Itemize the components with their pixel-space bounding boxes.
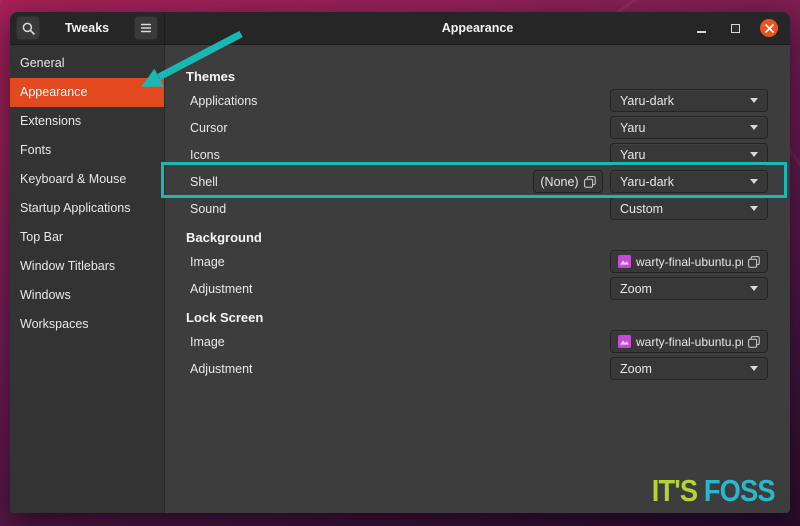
dropdown-value: Yaru [620,148,744,162]
row-label: Adjustment [186,282,253,296]
background-adjustment-row: Adjustment Zoom [186,275,768,302]
shell-theme-row: Shell (None) Yaru-dark [186,168,768,195]
menu-icon [140,23,152,33]
dropdown-value: Zoom [620,362,744,376]
row-label: Image [186,255,225,269]
applications-theme-row: Applications Yaru-dark [186,87,768,114]
file-pick-icon [748,336,760,348]
appearance-panel: Themes Applications Yaru-dark Cursor Yar… [165,45,790,513]
maximize-button[interactable] [726,19,744,37]
row-label: Cursor [186,121,228,135]
dropdown-value: Yaru-dark [620,94,744,108]
sidebar-item-startup-applications[interactable]: Startup Applications [10,194,164,223]
menu-button[interactable] [134,16,158,40]
shell-theme-dropdown[interactable]: Yaru-dark [610,170,768,193]
row-label: Shell [186,175,218,189]
chevron-down-icon [750,152,758,157]
none-button-label: (None) [540,175,578,189]
image-thumbnail-icon [618,335,631,348]
sidebar-item-fonts[interactable]: Fonts [10,136,164,165]
file-pick-icon [748,256,760,268]
icons-theme-dropdown[interactable]: Yaru [610,143,768,166]
window-body: General Appearance Extensions Fonts Keyb… [10,45,790,513]
sidebar-item-appearance[interactable]: Appearance [10,78,164,107]
chevron-down-icon [750,286,758,291]
chevron-down-icon [750,206,758,211]
watermark-foss: FOSS [704,473,775,508]
lock-screen-image-chooser[interactable]: warty-final-ubuntu.png [610,330,768,353]
row-label: Icons [186,148,220,162]
row-label: Adjustment [186,362,253,376]
sidebar-headerbar: Tweaks [10,12,165,44]
sidebar-item-keyboard-mouse[interactable]: Keyboard & Mouse [10,165,164,194]
chevron-down-icon [750,125,758,130]
search-button[interactable] [16,16,40,40]
lock-screen-adjustment-row: Adjustment Zoom [186,355,768,382]
file-name: warty-final-ubuntu.png [636,335,743,349]
background-adjustment-dropdown[interactable]: Zoom [610,277,768,300]
sidebar: General Appearance Extensions Fonts Keyb… [10,45,165,513]
sidebar-item-window-titlebars[interactable]: Window Titlebars [10,252,164,281]
minimize-button[interactable] [692,19,710,37]
background-image-row: Image warty-final-ubuntu.png [186,248,768,275]
window-controls [692,19,790,37]
main-headerbar: Appearance [165,12,790,44]
dropdown-value: Custom [620,202,744,216]
lock-screen-section-title: Lock Screen [186,310,768,325]
itsfoss-watermark: IT'S FOSS [652,473,775,509]
dropdown-value: Zoom [620,282,744,296]
sidebar-item-top-bar[interactable]: Top Bar [10,223,164,252]
applications-theme-dropdown[interactable]: Yaru-dark [610,89,768,112]
close-button[interactable] [760,19,778,37]
cursor-theme-row: Cursor Yaru [186,114,768,141]
sidebar-item-extensions[interactable]: Extensions [10,107,164,136]
headerbar: Tweaks Appearance [10,12,790,45]
app-title: Tweaks [40,21,134,35]
sidebar-item-windows[interactable]: Windows [10,281,164,310]
shell-user-theme-button[interactable]: (None) [533,170,603,193]
background-section-title: Background [186,230,768,245]
lock-screen-image-row: Image warty-final-ubuntu.png [186,328,768,355]
sound-theme-dropdown[interactable]: Custom [610,197,768,220]
image-thumbnail-icon [618,255,631,268]
file-name: warty-final-ubuntu.png [636,255,743,269]
chevron-down-icon [750,179,758,184]
search-icon [22,22,35,35]
cursor-theme-dropdown[interactable]: Yaru [610,116,768,139]
file-pick-icon [584,176,596,188]
chevron-down-icon [750,366,758,371]
background-image-chooser[interactable]: warty-final-ubuntu.png [610,250,768,273]
chevron-down-icon [750,98,758,103]
row-label: Applications [186,94,257,108]
maximize-icon [731,24,740,33]
icons-theme-row: Icons Yaru [186,141,768,168]
close-icon [765,24,774,33]
row-label: Sound [186,202,226,216]
sound-theme-row: Sound Custom [186,195,768,222]
lock-screen-adjustment-dropdown[interactable]: Zoom [610,357,768,380]
watermark-its: IT'S [652,473,697,508]
themes-section-title: Themes [186,69,768,84]
sidebar-item-workspaces[interactable]: Workspaces [10,310,164,339]
minimize-icon [697,31,706,33]
dropdown-value: Yaru-dark [620,175,744,189]
row-label: Image [186,335,225,349]
tweaks-window: Tweaks Appearance General Appearance Ext… [10,12,790,513]
dropdown-value: Yaru [620,121,744,135]
sidebar-item-general[interactable]: General [10,49,164,78]
